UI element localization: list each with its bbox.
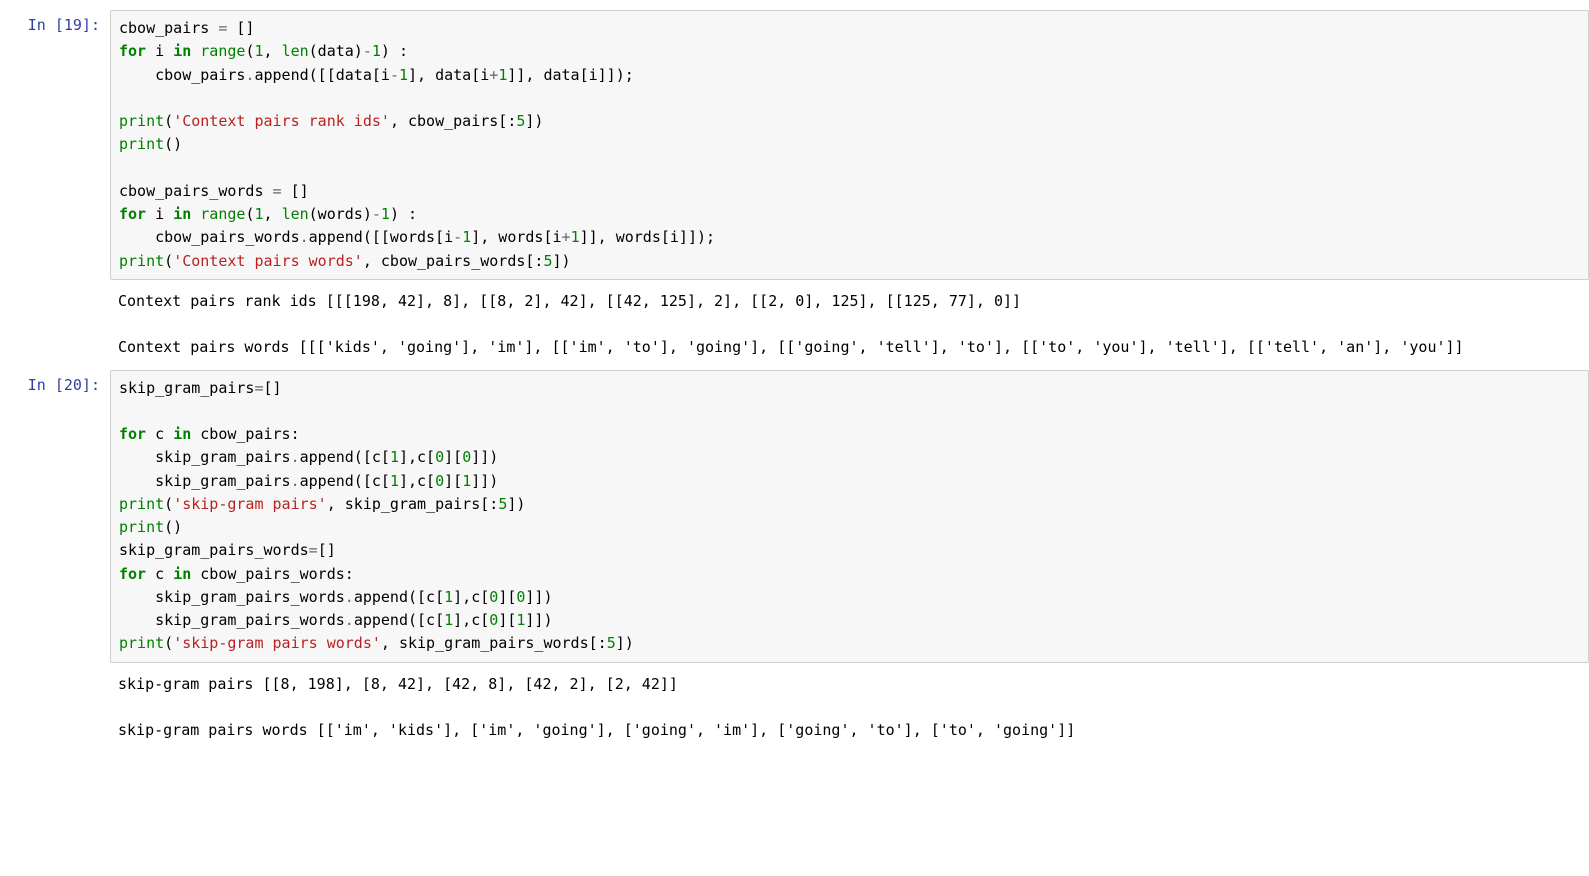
output-text: Context pairs rank ids [[[198, 42], 8], … bbox=[110, 284, 1589, 366]
token-num-green: 1 bbox=[444, 611, 453, 629]
input-prompt: In [19]: bbox=[0, 10, 110, 280]
input-prompt: In [20]: bbox=[0, 370, 110, 663]
token-num-green: 1 bbox=[254, 42, 263, 60]
token-op: = bbox=[309, 541, 318, 559]
token-num-green: 1 bbox=[381, 205, 390, 223]
token-builtin: range bbox=[200, 42, 245, 60]
code-input[interactable]: skip_gram_pairs=[] for c in cbow_pairs: … bbox=[110, 370, 1589, 663]
token-num-green: 0 bbox=[516, 588, 525, 606]
token-kw-green: in bbox=[173, 565, 191, 583]
token-num-green: 5 bbox=[516, 112, 525, 130]
token-op: + bbox=[489, 66, 498, 84]
token-num-green: 1 bbox=[462, 228, 471, 246]
token-num-green: 1 bbox=[571, 228, 580, 246]
token-op: . bbox=[345, 611, 354, 629]
output-text: skip-gram pairs [[8, 198], [8, 42], [42,… bbox=[110, 667, 1589, 749]
token-op: . bbox=[291, 472, 300, 490]
token-op: . bbox=[300, 228, 309, 246]
token-builtin: print bbox=[119, 495, 164, 513]
token-num-green: 1 bbox=[516, 611, 525, 629]
notebook-container: In [19]:cbow_pairs = [] for i in range(1… bbox=[0, 10, 1589, 748]
code-cell: In [20]:skip_gram_pairs=[] for c in cbow… bbox=[0, 370, 1589, 663]
code-input[interactable]: cbow_pairs = [] for i in range(1, len(da… bbox=[110, 10, 1589, 280]
token-op: + bbox=[562, 228, 571, 246]
token-builtin: print bbox=[119, 112, 164, 130]
token-str: 'Context pairs words' bbox=[173, 252, 363, 270]
token-op: - bbox=[453, 228, 462, 246]
token-builtin: print bbox=[119, 518, 164, 536]
token-num-green: 0 bbox=[489, 611, 498, 629]
output-cell: Context pairs rank ids [[[198, 42], 8], … bbox=[0, 284, 1589, 366]
token-kw-green: for bbox=[119, 565, 146, 583]
token-num-green: 5 bbox=[543, 252, 552, 270]
token-op: . bbox=[345, 588, 354, 606]
code-cell: In [19]:cbow_pairs = [] for i in range(1… bbox=[0, 10, 1589, 280]
token-op: - bbox=[363, 42, 372, 60]
token-builtin: print bbox=[119, 252, 164, 270]
token-num-green: 5 bbox=[607, 634, 616, 652]
token-kw-green: in bbox=[173, 425, 191, 443]
token-builtin: print bbox=[119, 634, 164, 652]
token-op: = bbox=[218, 19, 227, 37]
token-num-green: 1 bbox=[372, 42, 381, 60]
token-num-green: 1 bbox=[462, 472, 471, 490]
token-num-green: 1 bbox=[399, 66, 408, 84]
token-kw-green: for bbox=[119, 42, 146, 60]
token-num-green: 1 bbox=[444, 588, 453, 606]
token-op: . bbox=[291, 448, 300, 466]
token-kw-green: in bbox=[173, 42, 191, 60]
token-num-green: 0 bbox=[462, 448, 471, 466]
token-op: - bbox=[372, 205, 381, 223]
token-num-green: 1 bbox=[390, 448, 399, 466]
token-op: - bbox=[390, 66, 399, 84]
token-num-green: 0 bbox=[435, 448, 444, 466]
token-kw-green: in bbox=[173, 205, 191, 223]
token-str: 'Context pairs rank ids' bbox=[173, 112, 390, 130]
output-cell: skip-gram pairs [[8, 198], [8, 42], [42,… bbox=[0, 667, 1589, 749]
token-op: = bbox=[254, 379, 263, 397]
token-builtin: range bbox=[200, 205, 245, 223]
token-kw-green: for bbox=[119, 425, 146, 443]
token-num-green: 1 bbox=[254, 205, 263, 223]
token-num-green: 1 bbox=[390, 472, 399, 490]
token-builtin: print bbox=[119, 135, 164, 153]
token-str: 'skip-gram pairs' bbox=[173, 495, 327, 513]
token-num-green: 0 bbox=[435, 472, 444, 490]
token-str: 'skip-gram pairs words' bbox=[173, 634, 381, 652]
token-builtin: len bbox=[282, 42, 309, 60]
token-num-green: 5 bbox=[498, 495, 507, 513]
token-op: = bbox=[273, 182, 282, 200]
token-builtin: len bbox=[282, 205, 309, 223]
token-num-green: 0 bbox=[489, 588, 498, 606]
token-op: . bbox=[245, 66, 254, 84]
token-kw-green: for bbox=[119, 205, 146, 223]
token-num-green: 1 bbox=[498, 66, 507, 84]
